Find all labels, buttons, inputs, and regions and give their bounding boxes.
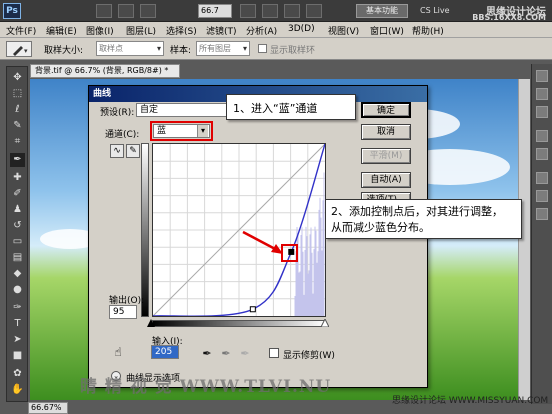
- watermark-bottom-left: 睛 精 视 觉 WWW.TLVI.NU: [80, 377, 332, 397]
- watermark-bottom-right: 思缘设计论坛 WWW.MISSYUAN.COM: [392, 396, 549, 406]
- control-point-highlight: [281, 244, 298, 262]
- annotation-overlay: [242, 230, 298, 262]
